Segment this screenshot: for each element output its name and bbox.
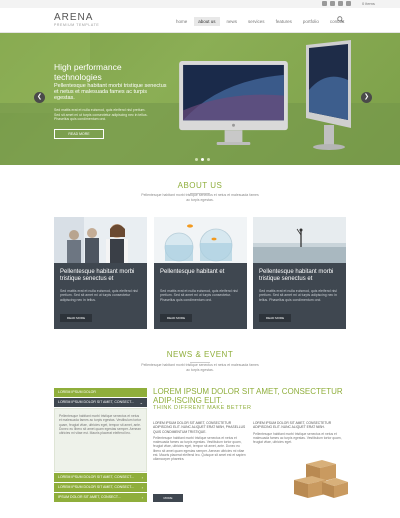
imac-front-image <box>179 61 288 146</box>
nav-about-us[interactable]: about us <box>194 17 220 26</box>
news-accordion: LOREM IPSUM DOLOR LOREM IPSUM DOLOR SIT … <box>54 388 147 503</box>
hero-title: High performance technologies <box>54 62 122 82</box>
google-plus-icon[interactable] <box>338 1 343 6</box>
accordion-item-label: IPSUM DOLOR SIT AMET, CONSECT... <box>58 495 121 499</box>
business-people-photo <box>54 217 147 263</box>
facebook-icon[interactable] <box>322 1 327 6</box>
slider-prev-arrow-icon[interactable]: ❮ <box>34 92 45 103</box>
chevron-right-icon: › <box>141 485 143 490</box>
news-column-text: Pellentesque habitant morbi tristique se… <box>253 431 342 445</box>
nav-services[interactable]: services <box>244 17 269 26</box>
imac-side-image <box>306 40 351 150</box>
search-icon[interactable] <box>337 16 344 23</box>
slider-dot[interactable] <box>207 158 210 161</box>
twitter-icon[interactable] <box>330 1 335 6</box>
top-strip: 0 items <box>0 0 400 8</box>
news-intro: Pellentesque habitant morbi tristique se… <box>141 363 259 372</box>
news-column-lead: LOREM IPSUM DOLOR SIT AMET, CONSECTETUR … <box>253 421 332 430</box>
accordion-item[interactable]: LOREM IPSUM DOLOR SIT AMET, CONSECT... › <box>54 483 147 492</box>
slider-dot[interactable] <box>195 158 198 161</box>
chevron-right-icon: › <box>141 475 143 480</box>
slider-dot-active[interactable] <box>201 158 204 161</box>
fishbowl-photo <box>154 217 247 263</box>
card-title: Pellentesque habitant et <box>160 269 225 275</box>
card-title: Pellentesque habitant morbi tristique se… <box>259 269 334 282</box>
accordion-item-active[interactable]: LOREM IPSUM DOLOR SIT AMET, CONSECT... ⌄ <box>54 398 147 407</box>
slider-next-arrow-icon[interactable]: ❯ <box>361 92 372 103</box>
accordion-item[interactable]: LOREM IPSUM DOLOR <box>54 388 147 397</box>
hero-read-more-button[interactable]: READ MORE <box>54 129 104 139</box>
about-card: Pellentesque habitant et Sed mattis erat… <box>154 217 247 329</box>
site-logo[interactable]: ARENA PREMIUM TEMPLATE <box>54 12 99 27</box>
logo-tagline: PREMIUM TEMPLATE <box>54 23 100 27</box>
hero-subtitle: Pellentesque habitant morbi tristique se… <box>54 83 167 101</box>
chevron-right-icon: › <box>141 495 143 500</box>
cart-link[interactable]: 0 items <box>362 1 375 6</box>
nav-portfolio[interactable]: portfolio <box>299 17 323 26</box>
chevron-down-icon: ⌄ <box>139 400 143 405</box>
news-column-lead: LOREM IPSUM DOLOR SIT AMET, CONSECTETUR … <box>153 421 246 434</box>
nav-home[interactable]: home <box>172 17 191 26</box>
news-title: NEWS & EVENT <box>0 350 400 363</box>
news-more-button[interactable]: MORE <box>153 494 183 502</box>
site-header: ARENA PREMIUM TEMPLATE home about us new… <box>0 8 400 33</box>
news-subhead: THINK DIFFRENT MAKE BETTER <box>153 405 252 411</box>
accordion-item[interactable]: LOREM IPSUM DOLOR SIT AMET, CONSECT... › <box>54 473 147 482</box>
accordion-item-label: LOREM IPSUM DOLOR SIT AMET, CONSECT... <box>58 475 134 479</box>
accordion-item-label: LOREM IPSUM DOLOR <box>58 390 96 394</box>
card-text: Sed mattis erat et nulla euismod, quis e… <box>259 289 338 302</box>
news-column-text: Pellentesque habitant morbi tristique se… <box>153 435 246 462</box>
news-column-right: LOREM IPSUM DOLOR SIT AMET, CONSECTETUR … <box>253 421 348 444</box>
about-card: Pellentesque habitant morbi tristique se… <box>253 217 346 329</box>
card-read-more-button[interactable]: READ MORE <box>60 314 92 322</box>
social-icons <box>322 1 351 6</box>
hero-slider: High performance technologies Pellentesq… <box>0 33 400 165</box>
pinterest-icon[interactable] <box>346 1 351 6</box>
card-read-more-button[interactable]: READ MORE <box>259 314 291 322</box>
logo-name: ARENA <box>54 12 94 23</box>
nav-news[interactable]: news <box>223 17 242 26</box>
accordion-item-label: LOREM IPSUM DOLOR SIT AMET, CONSECT... <box>58 485 134 489</box>
hero-body: Sed mattis erat et nulla euismod, quis e… <box>54 108 148 121</box>
card-text: Sed mattis erat et nulla euismod, quis e… <box>60 289 138 302</box>
news-column-left: LOREM IPSUM DOLOR SIT AMET, CONSECTETUR … <box>153 421 248 462</box>
card-read-more-button[interactable]: READ MORE <box>160 314 192 322</box>
cardboard-boxes-image <box>294 460 348 498</box>
accordion-panel: Pellentesque habitant morbi tristique se… <box>54 408 147 472</box>
nav-features[interactable]: features <box>272 17 296 26</box>
beach-photo <box>253 217 346 263</box>
news-headline: LOREM IPSUM DOLOR SIT AMET, CONSECTETUR … <box>153 387 343 405</box>
card-text: Sed mattis erat et nulla euismod, quis e… <box>160 289 238 302</box>
accordion-item[interactable]: IPSUM DOLOR SIT AMET, CONSECT... › <box>54 493 147 502</box>
about-card: Pellentesque habitant morbi tristique se… <box>54 217 147 329</box>
accordion-item-label: LOREM IPSUM DOLOR SIT AMET, CONSECT... <box>58 400 134 404</box>
slider-dots <box>195 158 210 161</box>
main-nav: home about us news services features por… <box>172 17 351 26</box>
about-intro: Pellentesque habitant morbi tristique se… <box>141 193 259 202</box>
card-title: Pellentesque habitant morbi tristique se… <box>60 269 135 282</box>
